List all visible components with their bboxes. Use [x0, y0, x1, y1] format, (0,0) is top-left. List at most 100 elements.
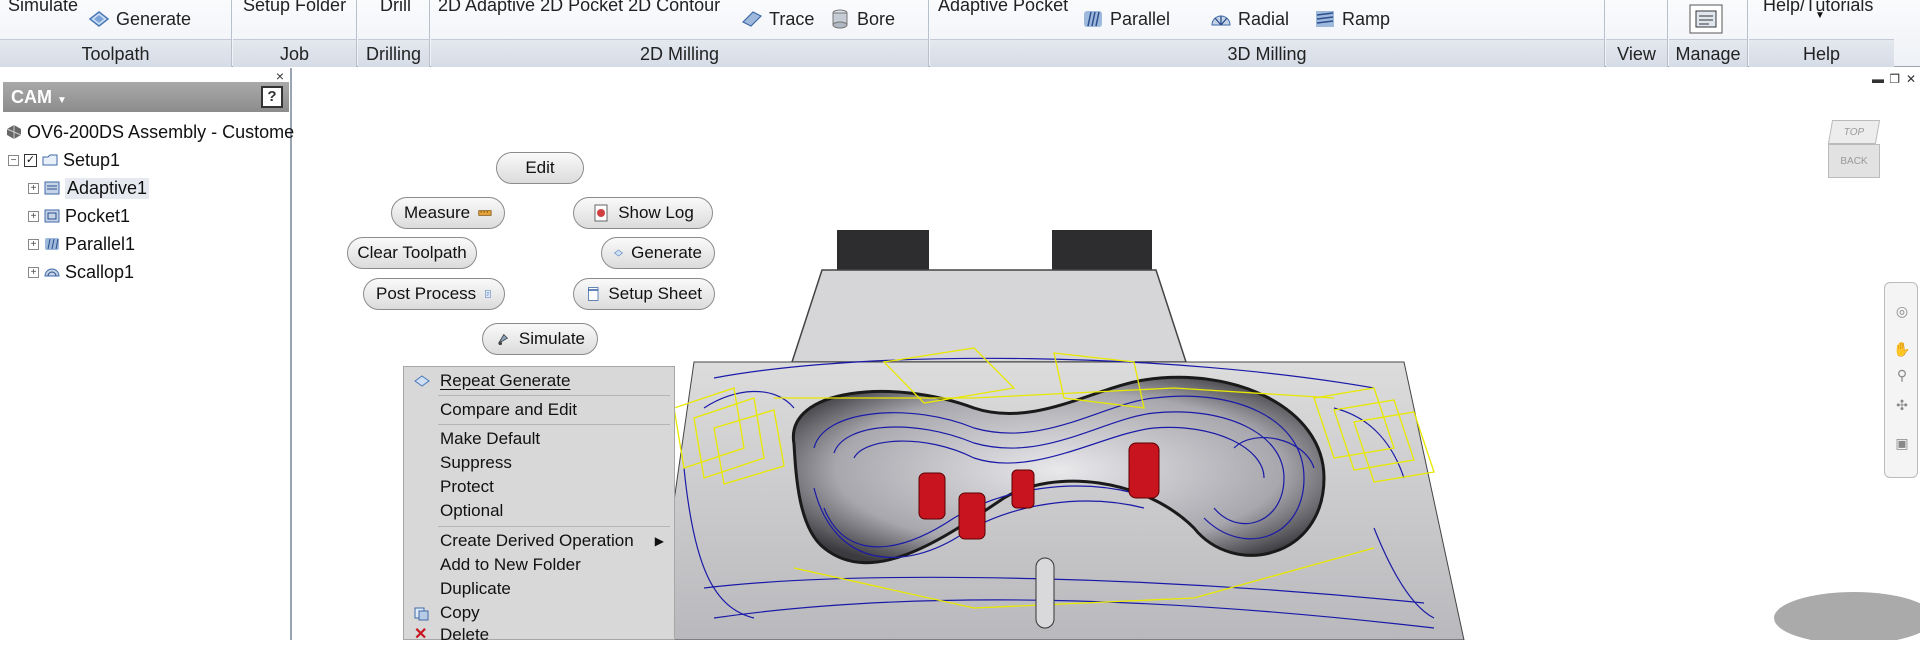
tree-item-operation[interactable]: + Adaptive1 — [28, 175, 150, 201]
checkbox-icon[interactable]: ✓ — [24, 153, 37, 167]
steering-wheel-icon[interactable]: ◎ — [1893, 303, 1911, 321]
adaptive-icon — [44, 181, 60, 195]
menu-item-suppress[interactable]: Suppress — [404, 451, 674, 475]
ribbon-group-manage: Manage — [1669, 0, 1748, 67]
submenu-arrow-icon: ▶ — [654, 534, 664, 548]
menu-item-add-to-new-folder[interactable]: Add to New Folder — [404, 553, 674, 577]
setup-sheet-label: Setup Sheet — [608, 284, 702, 303]
help-icon[interactable]: ? — [261, 86, 283, 108]
view-group-label: View — [1606, 39, 1667, 67]
pan-icon[interactable]: ✋ — [1893, 341, 1911, 359]
parallel-ribbon-button[interactable]: Parallel — [1082, 6, 1170, 32]
milling2d-top-buttons[interactable]: 2D Adaptive 2D Pocket 2D Contour — [438, 0, 720, 16]
assembly-icon — [6, 125, 22, 139]
radial-label: Radial — [1238, 8, 1290, 29]
cam-browser-panel: × CAM ▼ ? OV6-200DS Assembly - Customer … — [0, 68, 300, 640]
menu-separator — [438, 424, 670, 425]
bore-ribbon-button[interactable]: Bore — [829, 6, 895, 32]
manage-icon[interactable] — [1689, 4, 1723, 34]
menu-item-label: Compare and Edit — [440, 400, 578, 419]
tree-item-operation[interactable]: + Pocket1 — [28, 203, 130, 229]
minimize-icon[interactable]: ▬ — [1872, 72, 1884, 86]
measure-button[interactable]: Measure — [391, 197, 505, 229]
expand-icon[interactable]: + — [28, 210, 39, 222]
generate-button[interactable]: Generate — [601, 237, 715, 269]
cam-browser-header[interactable]: CAM ▼ ? — [3, 82, 289, 112]
drilling-group-label: Drilling — [358, 39, 429, 67]
chevron-down-icon: ▼ — [57, 95, 67, 106]
edit-label: Edit — [525, 158, 555, 177]
ramp-ribbon-button[interactable]: Ramp — [1314, 6, 1390, 32]
close-icon[interactable]: ✕ — [1906, 72, 1916, 86]
menu-item-label: Add to New Folder — [440, 555, 581, 574]
collapse-icon[interactable]: − — [8, 154, 19, 166]
expand-icon[interactable]: + — [28, 238, 39, 250]
toolpath-group-label: Toolpath — [0, 39, 231, 67]
menu-item-label: Create Derived Operation — [440, 531, 634, 550]
help-dropdown-icon[interactable]: ▼ — [1815, 10, 1825, 21]
tree-item-operation[interactable]: + Parallel1 — [28, 231, 135, 257]
generate-label: Generate — [631, 243, 702, 262]
menu-item-optional[interactable]: Optional — [404, 499, 674, 523]
setup-folder-buttons[interactable]: Setup Folder — [243, 0, 346, 16]
operation-label: Parallel1 — [65, 233, 136, 254]
ribbon: Simulate Generate Toolpath Setup Folder … — [0, 0, 1920, 67]
simulate-label: Simulate — [518, 329, 585, 348]
setup-sheet-button[interactable]: Setup Sheet — [573, 278, 715, 310]
menu-item-label: Delete — [440, 625, 490, 644]
menu-item-make-default[interactable]: Make Default — [404, 427, 674, 451]
show-log-button[interactable]: Show Log — [573, 197, 713, 229]
expand-icon[interactable]: + — [28, 182, 39, 194]
ribbon-group-view: View — [1606, 0, 1668, 67]
ribbon-group-drilling: Drill Drilling — [358, 0, 430, 67]
menu-item-copy[interactable]: Copy — [404, 601, 674, 625]
operation-label: Scallop1 — [65, 261, 135, 282]
context-menu: Repeat Generate Compare and Edit Make De… — [403, 366, 675, 644]
viewcube-back-face[interactable]: BACK — [1828, 144, 1880, 178]
navigation-bar: ◎ ✋ ⚲ ✣ ▣ — [1884, 282, 1918, 478]
drill-ribbon-button[interactable]: Drill — [380, 0, 411, 16]
menu-item-create-derived-operation[interactable]: Create Derived Operation ▶ — [404, 529, 674, 553]
setup-label: Setup1 — [63, 149, 121, 170]
clear-toolpath-label: Clear Toolpath — [357, 243, 467, 262]
orbit-icon[interactable]: ✣ — [1893, 397, 1911, 415]
parallel-label: Parallel — [1110, 8, 1171, 29]
assembly-label: OV6-200DS Assembly - Customer — [27, 121, 301, 142]
viewcube-top-face[interactable]: TOP — [1827, 120, 1881, 144]
ribbon-group-3d-milling: Adaptive Pocket Parallel Radial Ramp 3D … — [930, 0, 1605, 67]
cam-title: CAM — [11, 87, 52, 107]
clear-toolpath-button[interactable]: Clear Toolpath — [347, 237, 477, 269]
menu-item-protect[interactable]: Protect — [404, 475, 674, 499]
edit-button[interactable]: Edit — [496, 152, 584, 184]
menu-item-label: Suppress — [440, 453, 512, 472]
expand-icon[interactable]: + — [28, 266, 39, 278]
menu-item-repeat-generate[interactable]: Repeat Generate — [404, 369, 674, 393]
trace-ribbon-button[interactable]: Trace — [741, 6, 814, 32]
post-process-button[interactable]: Post Process — [363, 278, 505, 310]
simulate-button[interactable]: Simulate — [482, 323, 598, 355]
restore-icon[interactable]: ❐ — [1889, 72, 1900, 86]
menu-item-duplicate[interactable]: Duplicate — [404, 577, 674, 601]
generate-ribbon-button[interactable]: Generate — [88, 6, 191, 32]
menu-item-compare-and-edit[interactable]: Compare and Edit — [404, 398, 674, 422]
model-3d-view[interactable] — [674, 148, 1920, 640]
radial-ribbon-button[interactable]: Radial — [1210, 6, 1289, 32]
look-at-icon[interactable]: ▣ — [1893, 435, 1911, 453]
viewcube[interactable]: TOP BACK — [1826, 120, 1881, 188]
milling3d-top-buttons[interactable]: Adaptive Pocket — [938, 0, 1068, 16]
tree-item-setup[interactable]: − ✓ Setup1 — [8, 147, 120, 173]
tree-item-operation[interactable]: + Scallop1 — [28, 259, 134, 285]
tree-item-assembly[interactable]: OV6-200DS Assembly - Customer — [6, 119, 300, 145]
zoom-icon[interactable]: ⚲ — [1893, 367, 1911, 385]
menu-item-label: Repeat Generate — [440, 371, 571, 390]
generate-icon — [88, 11, 110, 27]
pocket-icon — [44, 209, 60, 223]
simulate-ribbon-button[interactable]: Simulate — [8, 0, 78, 16]
manage-group-label: Manage — [1669, 39, 1747, 67]
help-group-label: Help — [1749, 39, 1894, 67]
menu-item-label: Copy — [440, 603, 480, 622]
menu-item-delete[interactable]: ✕ Delete — [404, 623, 674, 647]
menu-item-label: Make Default — [440, 429, 541, 448]
ribbon-group-help: Help/Tutorials ▼ Help — [1749, 0, 1894, 67]
show-log-label: Show Log — [618, 203, 694, 222]
